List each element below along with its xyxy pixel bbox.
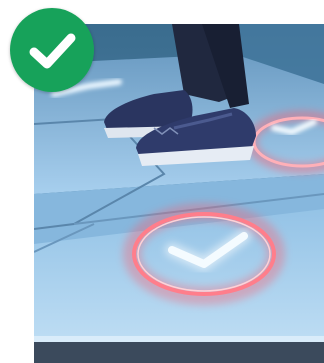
- badge-circle: [10, 8, 94, 92]
- check-badge: [10, 8, 94, 92]
